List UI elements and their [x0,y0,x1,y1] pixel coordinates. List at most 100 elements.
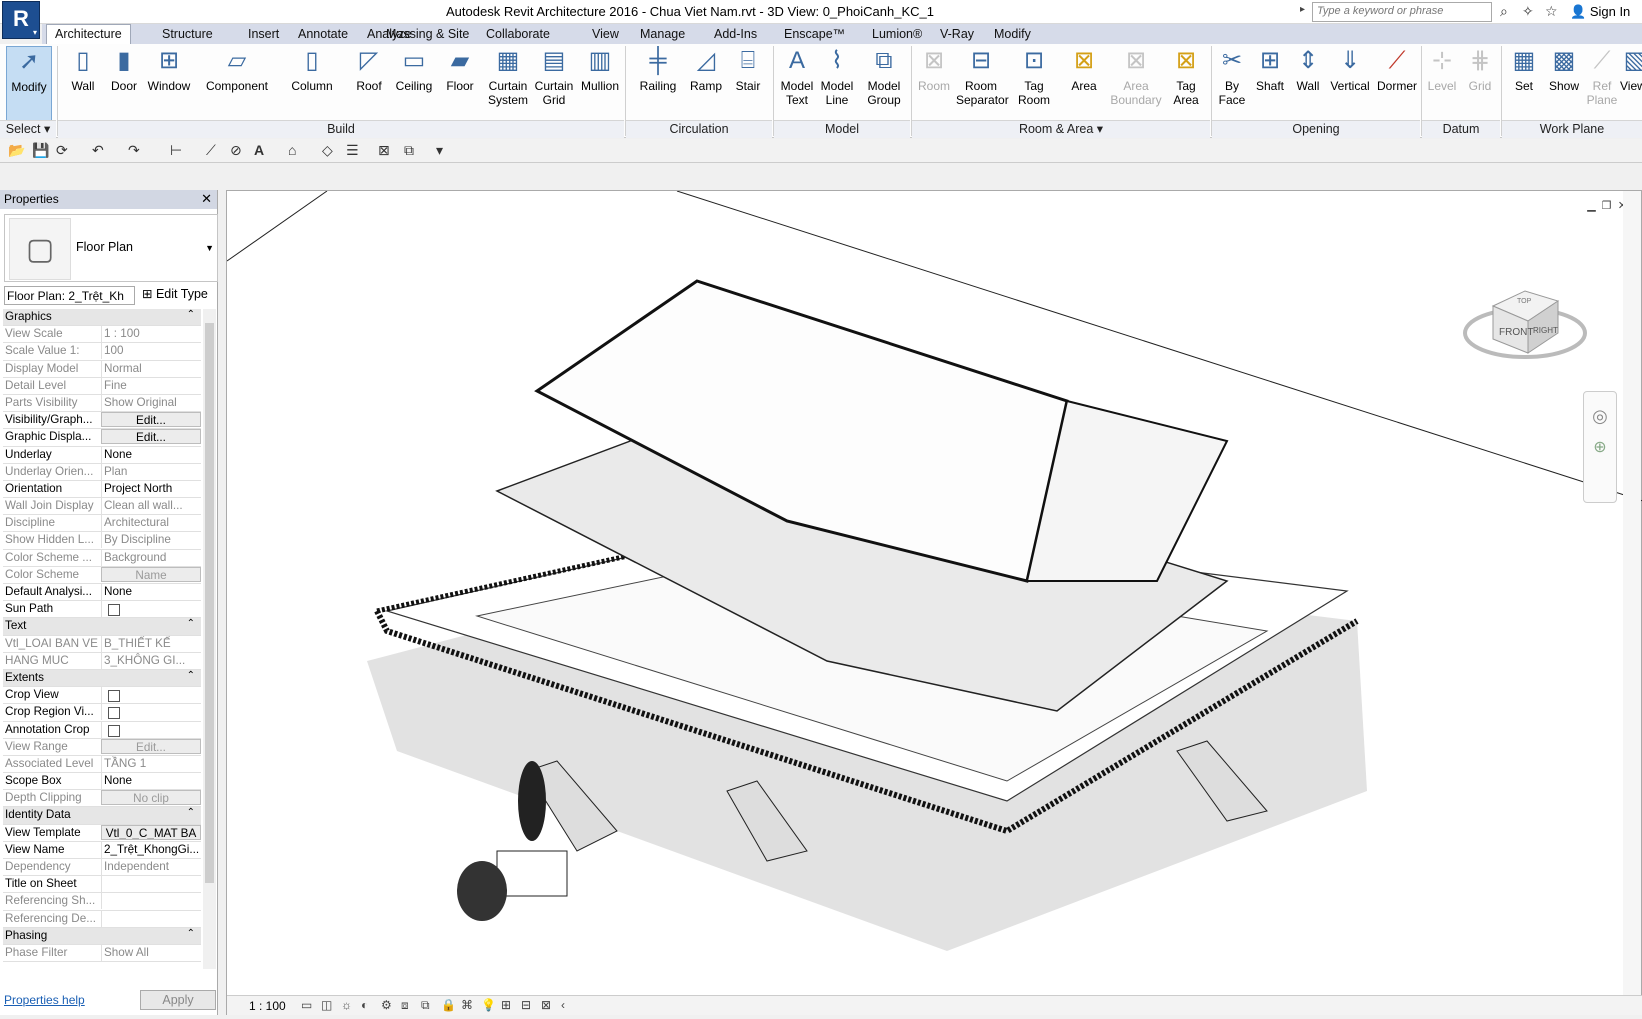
property-row[interactable]: View Template Vtl_0_C_MAT BA [3,824,201,842]
crop-view-icon[interactable]: ⧈ [401,998,409,1013]
3d-view-canvas[interactable]: ▁ ❐ ✕ FRONT RIGHT TOP ◎ ⊕ [226,190,1642,1015]
lock-view-icon[interactable]: 🔒 [441,998,456,1012]
tab-lumion[interactable]: Lumion® [872,27,922,41]
property-row[interactable]: Graphic Displa... Edit... [3,429,201,447]
set-work-plane-button[interactable]: ▦ Set [1506,46,1542,93]
door-button[interactable]: ▮ Door [106,46,142,93]
property-row[interactable]: View Name 2_Trệt_KhongGi... [3,841,201,859]
tab-enscape[interactable]: Enscape™ [784,27,845,41]
property-row[interactable]: Wall Join Display Clean all wall... [3,498,201,516]
property-category[interactable]: Graphics ⌃ [3,309,201,327]
edit-type-button[interactable]: ⊞ Edit Type [142,286,208,301]
section-icon[interactable]: ◇ [322,142,333,159]
sign-in-button[interactable]: 👤 Sign In [1570,4,1630,20]
property-row[interactable]: Annotation Crop [3,721,201,739]
tag-icon[interactable]: ⊘ [230,142,242,159]
stair-button[interactable]: ⌸ Stair [728,46,768,93]
select-dropdown[interactable]: Select ▾ [0,120,56,138]
tab-insert[interactable]: Insert [248,27,279,41]
scrollbar-thumb[interactable] [205,323,214,883]
close-icon[interactable]: ✕ [201,191,212,207]
chevron-down-icon[interactable]: ▼ [205,243,214,253]
thin-lines-icon[interactable]: ☰ [346,142,359,159]
dimension-icon[interactable]: ⟋ [206,142,216,159]
property-row[interactable]: Title on Sheet [3,876,201,894]
shaft-button[interactable]: ⊞ Shaft [1250,46,1290,93]
application-menu-button[interactable]: R ▾ [2,1,40,39]
subscription-icon[interactable]: ✧ [1522,3,1534,20]
property-checkbox[interactable] [108,724,120,737]
property-edit-button[interactable]: Edit... [101,738,201,754]
temp-hide-icon[interactable]: ⌘ [461,998,473,1012]
property-row[interactable]: Visibility/Graph... Edit... [3,412,201,430]
properties-help-link[interactable]: Properties help [4,993,85,1007]
measure-icon[interactable]: ⊢ [170,142,182,159]
property-row[interactable]: Crop View [3,687,201,705]
property-row[interactable]: Default Analysi... None [3,584,201,602]
apply-button[interactable]: Apply [140,990,216,1010]
property-row[interactable]: Orientation Project North [3,480,201,499]
column-button[interactable]: ▯ Column [288,46,336,93]
type-selector[interactable]: ▢ Floor Plan ▼ [4,214,218,282]
property-row[interactable]: View Scale 1 : 100 [3,326,201,344]
highlight-icon[interactable]: ⊟ [521,998,531,1012]
tag-area-button[interactable]: ⊠ Tag Area [1166,46,1206,107]
property-edit-button[interactable]: Edit... [101,412,201,428]
text-icon[interactable]: A [254,142,264,158]
property-edit-button[interactable]: Vtl_0_C_MAT BA [101,824,201,840]
wall-button[interactable]: ▯ Wall [62,46,104,93]
vertical-button[interactable]: ⇓ Vertical [1328,46,1372,93]
3d-view-icon[interactable]: ⌂ [288,142,296,158]
property-row[interactable]: Scale Value 1: 100 [3,343,201,361]
property-row[interactable]: HANG MUC 3_KHÔNG GI... [3,652,201,670]
ramp-button[interactable]: ◿ Ramp [686,46,726,93]
component-button[interactable]: ▱ Component [202,46,272,93]
property-row[interactable]: Show Hidden L... By Discipline [3,532,201,550]
collapse-chevron-icon[interactable]: ⌃ [187,618,195,629]
save-icon[interactable]: 💾 [32,142,49,159]
property-edit-button[interactable]: Name [101,566,201,582]
collapse-chevron-icon[interactable]: ⌃ [187,807,195,818]
property-checkbox[interactable] [108,690,120,703]
property-category[interactable]: Text ⌃ [3,618,201,636]
shadows-icon[interactable]: ◐ [361,998,368,1012]
search-expand-icon[interactable]: ▸ [1300,4,1305,15]
property-row[interactable]: Depth Clipping No clip [3,790,201,808]
grid-button[interactable]: ⋕ Grid [1462,46,1498,93]
search-input[interactable]: Type a keyword or phrase [1312,2,1492,22]
property-row[interactable]: Vtl_LOAI BAN VE B_THIẾT KẾ [3,635,201,653]
by-face-button[interactable]: ✂ By Face [1212,46,1252,107]
redo-icon[interactable]: ↷ [128,142,140,159]
property-category[interactable]: Extents ⌃ [3,669,201,688]
ceiling-button[interactable]: ▭ Ceiling [392,46,436,93]
instance-filter-dropdown[interactable]: Floor Plan: 2_Trệt_Kh [4,286,135,305]
mullion-button[interactable]: ▥ Mullion [578,46,622,93]
property-row[interactable]: Referencing De... [3,910,201,928]
property-row[interactable]: Scope Box None [3,773,201,791]
opening-wall-button[interactable]: ⇕ Wall [1290,46,1326,93]
detail-level-icon[interactable]: ▭ [301,998,312,1012]
tab-structure[interactable]: Structure [162,27,213,41]
property-checkbox[interactable] [108,604,120,617]
view-vertical-scrollbar[interactable] [1623,191,1641,999]
property-row[interactable]: Underlay Orien... Plan [3,463,201,481]
sun-path-icon[interactable]: ☼ [341,998,352,1012]
property-row[interactable]: Detail Level Fine [3,377,201,395]
property-category[interactable]: Phasing ⌃ [3,927,201,945]
tab-view[interactable]: View [592,27,619,41]
tag-room-button[interactable]: ⊡ Tag Room [1014,46,1054,107]
dormer-button[interactable]: ⟋ Dormer [1374,46,1420,93]
floor-button[interactable]: ▰ Floor [440,46,480,93]
property-checkbox[interactable] [108,707,120,720]
property-category[interactable]: Identity Data ⌃ [3,807,201,825]
show-work-plane-button[interactable]: ▩ Show [1544,46,1584,93]
room-button[interactable]: ⊠ Room [914,46,954,93]
property-row[interactable]: Color Scheme Name [3,566,201,584]
railing-button[interactable]: ╪ Railing [636,46,680,93]
tab-collaborate[interactable]: Collaborate [486,27,550,41]
room-separator-button[interactable]: ⊟ Room Separator [956,46,1009,107]
window-button[interactable]: ⊞ Window [144,46,194,93]
favorites-star-icon[interactable]: ☆ [1545,3,1558,20]
property-row[interactable]: Display Model Normal [3,360,201,378]
open-folder-icon[interactable]: 📂 [8,142,25,159]
